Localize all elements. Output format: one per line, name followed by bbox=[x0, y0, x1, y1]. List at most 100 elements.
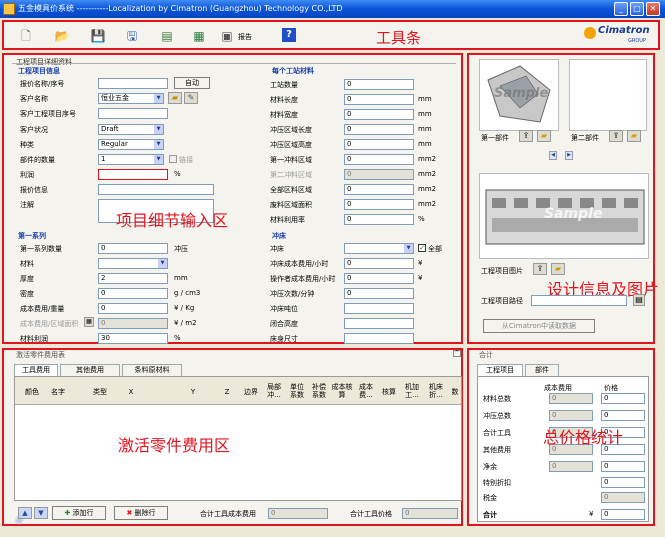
table-icon[interactable]: ▦ bbox=[191, 28, 207, 44]
customer-folder-icon[interactable]: ▰ bbox=[168, 92, 182, 104]
part1-folder-icon[interactable]: ▰ bbox=[537, 130, 551, 142]
part-qty-select[interactable]: 1 bbox=[98, 154, 164, 165]
mat-len-input[interactable]: 0 bbox=[344, 94, 414, 105]
summary-row-price[interactable]: 0 bbox=[601, 461, 645, 472]
density-label: 密度 bbox=[20, 290, 34, 298]
density-unit: g / cm3 bbox=[174, 289, 201, 297]
waste-area-input[interactable]: 0 bbox=[344, 199, 414, 210]
bed-size-input[interactable] bbox=[344, 333, 414, 344]
save-as-icon[interactable]: 🖫 bbox=[124, 28, 140, 44]
report-label[interactable]: 报告 bbox=[238, 32, 252, 42]
cust-proj-input[interactable] bbox=[98, 108, 168, 119]
move-down-icon[interactable]: ▼ bbox=[34, 507, 48, 519]
cust-status-select[interactable]: Draft bbox=[98, 124, 164, 135]
section-series: 第一系列 bbox=[18, 232, 46, 240]
save-icon[interactable]: 💾 bbox=[90, 28, 106, 44]
summary-row-cost: 0 bbox=[549, 461, 593, 472]
station-input[interactable]: 0 bbox=[344, 79, 414, 90]
material-select[interactable] bbox=[98, 258, 168, 269]
open-folder-icon[interactable]: 📂 bbox=[54, 28, 70, 44]
summary-row-label: 冲压总数 bbox=[483, 412, 511, 420]
parts-annotation: 激活零件费用区 bbox=[118, 436, 231, 455]
mat-wid-input[interactable]: 0 bbox=[344, 109, 414, 120]
tab-parts[interactable]: 部件 bbox=[525, 364, 559, 376]
total-area-label: 全部区料区域 bbox=[270, 186, 312, 194]
maximize-button[interactable]: □ bbox=[630, 2, 644, 16]
proj-path-input[interactable] bbox=[531, 295, 627, 306]
shut-h-input[interactable] bbox=[344, 318, 414, 329]
quote-info-input[interactable] bbox=[98, 184, 214, 195]
summary-panel: 合计 工程项目 部件 成本费用 价格 材料总数 0 0 冲压总数 0 0 合计工具 0 0 其他费… bbox=[467, 348, 655, 526]
press-select[interactable] bbox=[344, 243, 414, 254]
add-row-button[interactable]: ✚ 添加行 bbox=[52, 506, 106, 520]
series-qty-input[interactable]: 0 bbox=[98, 243, 168, 254]
all-label: 全部 bbox=[428, 245, 442, 253]
op-cost-hr-input[interactable]: 0 bbox=[344, 273, 414, 284]
parts-collapse-icon[interactable]: ^ bbox=[453, 350, 461, 357]
cost-area-calc-icon[interactable]: ▦ bbox=[84, 317, 94, 327]
punch-wid-input[interactable]: 0 bbox=[344, 139, 414, 150]
auto-button[interactable]: 自动 bbox=[174, 77, 210, 89]
waste-area-label: 废料区域面积 bbox=[270, 201, 312, 209]
tab-other-cost[interactable]: 其他费用 bbox=[60, 364, 120, 376]
thick-label: 厚度 bbox=[20, 275, 34, 283]
cost-area-unit: ¥ / m2 bbox=[174, 319, 197, 327]
press-cost-hr-input[interactable]: 0 bbox=[344, 258, 414, 269]
density-input[interactable]: 0 bbox=[98, 288, 168, 299]
delete-row-button[interactable]: ✖ 删除行 bbox=[114, 506, 168, 520]
bed-size-label: 床身尺寸 bbox=[270, 335, 298, 343]
new-file-icon[interactable]: 🗋 bbox=[18, 28, 34, 44]
cost-wt-input[interactable]: 0 bbox=[98, 303, 168, 314]
special-input[interactable]: 0 bbox=[601, 477, 645, 488]
type-label: 种类 bbox=[20, 141, 34, 149]
prev-arrow-icon[interactable]: ◀ bbox=[549, 151, 557, 160]
section-project: 工程项目信息 bbox=[18, 67, 60, 75]
title-bar: 五金模具价系统 -----------Localization by Cimat… bbox=[0, 0, 665, 18]
export-icon[interactable]: ▤ bbox=[159, 28, 175, 44]
tab-strip-material[interactable]: 条料原材料 bbox=[122, 364, 182, 376]
tab-tool-cost[interactable]: 工具费用 bbox=[14, 364, 58, 376]
station-label: 工站数量 bbox=[270, 81, 298, 89]
customer-select[interactable]: 恒业五金 bbox=[98, 93, 164, 104]
customer-edit-icon[interactable]: ✎ bbox=[184, 92, 198, 104]
proj-img-folder-icon[interactable]: ▰ bbox=[551, 263, 565, 275]
help-icon[interactable]: ? bbox=[282, 28, 296, 42]
all-checkbox[interactable]: ✓ bbox=[418, 244, 426, 252]
close-button[interactable]: ✕ bbox=[646, 2, 660, 16]
part2-import-icon[interactable]: ⇪ bbox=[609, 130, 623, 142]
util-input[interactable]: 0 bbox=[344, 214, 414, 225]
summary-row-price[interactable]: 0 bbox=[601, 410, 645, 421]
punch-wid-unit: mm bbox=[418, 140, 432, 148]
punch-len-unit: mm bbox=[418, 125, 432, 133]
col-cost-header: 成本费用 bbox=[544, 384, 572, 392]
read-cimatron-button[interactable]: 从Cimatron中读取数据 bbox=[483, 319, 595, 333]
strokes-input[interactable]: 0 bbox=[344, 288, 414, 299]
proj-img-import-icon[interactable]: ⇪ bbox=[533, 263, 547, 275]
thick-input[interactable]: 2 bbox=[98, 273, 168, 284]
grand-total-label: 合计 bbox=[483, 511, 497, 519]
tonnage-input[interactable] bbox=[344, 303, 414, 314]
link-checkbox[interactable] bbox=[169, 155, 177, 163]
info-annotation: 项目细节输入区 bbox=[116, 211, 229, 230]
parts-cost-panel: 激活零件费用表 ^ 工具费用 其他费用 条料原材料 颜色 名字 类型 X Y Z… bbox=[2, 348, 463, 526]
part2-image bbox=[569, 59, 647, 131]
quote-no-input[interactable] bbox=[98, 78, 168, 89]
minimize-button[interactable]: _ bbox=[614, 2, 628, 16]
part2-folder-icon[interactable]: ▰ bbox=[627, 130, 641, 142]
mat-profit-input[interactable]: 30 bbox=[98, 333, 168, 344]
press-cost-hr-label: 冲床成本费用/小时 bbox=[270, 260, 329, 268]
profit-input[interactable] bbox=[98, 169, 168, 180]
total-area-input[interactable]: 0 bbox=[344, 184, 414, 195]
mat-len-unit: mm bbox=[418, 95, 432, 103]
next-arrow-icon[interactable]: ▶ bbox=[565, 151, 573, 160]
report-icon[interactable]: ▣ bbox=[219, 28, 235, 44]
summary-row-price[interactable]: 0 bbox=[601, 393, 645, 404]
col-machining: 机加工... bbox=[405, 383, 419, 399]
tab-project[interactable]: 工程项目 bbox=[477, 364, 523, 376]
proj-path-browse-icon[interactable]: ▤ bbox=[633, 294, 645, 306]
area1-input[interactable]: 0 bbox=[344, 154, 414, 165]
type-select[interactable]: Regular bbox=[98, 139, 164, 150]
part1-import-icon[interactable]: ⇪ bbox=[519, 130, 533, 142]
cimatron-logo-icon bbox=[584, 27, 596, 39]
punch-len-input[interactable]: 0 bbox=[344, 124, 414, 135]
